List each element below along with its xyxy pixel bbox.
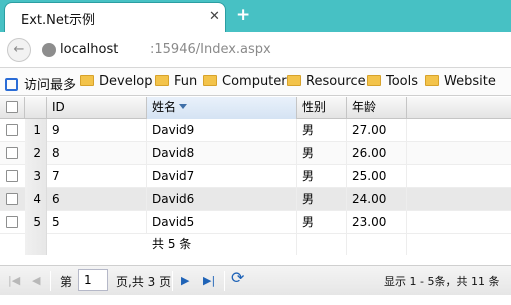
select-all-checkbox[interactable] [6, 101, 18, 113]
rownumber-header [25, 97, 47, 119]
close-icon[interactable]: ✕ [209, 9, 220, 24]
cell-age: 23.00 [347, 211, 407, 234]
cell-gender: 男 [297, 165, 347, 188]
bookmark-fun[interactable]: Fun [155, 74, 197, 89]
table-row[interactable]: 1 9 David9 男 27.00 [0, 119, 511, 142]
page-number-input[interactable]: 1 [78, 269, 108, 291]
next-page-button[interactable]: ▶ [181, 274, 189, 288]
cell-gender: 男 [297, 188, 347, 211]
page-label: 第 [60, 275, 73, 289]
paging-toolbar: |◀ ◀ 第 1 页,共 3 页 ▶ ▶| ⟳ 显示 1 - 5条，共 11 条 [0, 265, 511, 295]
bookmark-label: Develop [99, 74, 153, 89]
page-total: 页,共 3 页 [116, 275, 172, 289]
cell-name: David8 [147, 142, 297, 165]
cell-name: David7 [147, 165, 297, 188]
table-row[interactable]: 3 7 David7 男 25.00 [0, 165, 511, 188]
table-row[interactable]: 5 5 David5 男 23.00 [0, 211, 511, 234]
column-header-name[interactable]: 姓名 [147, 97, 297, 119]
cell-id: 8 [47, 142, 147, 165]
first-page-button[interactable]: |◀ [8, 274, 20, 288]
cell-gender: 男 [297, 211, 347, 234]
summary-blank [347, 234, 407, 255]
data-grid: ID 姓名 性别 年龄 1 9 David9 男 27.00 2 8 David… [0, 97, 511, 305]
folder-icon [367, 75, 381, 86]
column-header-id[interactable]: ID [47, 97, 147, 119]
cell-id: 5 [47, 211, 147, 234]
summary-blank [297, 234, 347, 255]
globe-icon [42, 43, 56, 57]
bookmark-website[interactable]: Website [425, 74, 496, 89]
cell-name: David9 [147, 119, 297, 142]
row-number: 4 [25, 188, 47, 211]
folder-icon [203, 75, 217, 86]
address-bar[interactable]: localhost :15946/Index.aspx [36, 38, 506, 62]
row-checkbox[interactable] [6, 124, 18, 136]
bookmark-tools[interactable]: Tools [367, 74, 418, 89]
cell-gender: 男 [297, 142, 347, 165]
summary-rownumber [25, 234, 47, 255]
last-page-button[interactable]: ▶| [203, 274, 215, 288]
prev-page-button[interactable]: ◀ [32, 274, 40, 288]
apps-icon [5, 78, 18, 91]
cell-age: 27.00 [347, 119, 407, 142]
row-number: 2 [25, 142, 47, 165]
navigation-bar: ← localhost :15946/Index.aspx [0, 32, 511, 68]
bookmark-label: Website [444, 74, 496, 89]
cell-id: 6 [47, 188, 147, 211]
row-checkbox[interactable] [6, 147, 18, 159]
bookmark-label: 访问最多 [24, 78, 77, 93]
table-row[interactable]: 4 6 David6 男 24.00 [0, 188, 511, 211]
browser-titlebar: Ext.Net示例 ✕ + [0, 0, 511, 32]
grid-header: ID 姓名 性别 年龄 [0, 97, 511, 119]
column-header-gender[interactable]: 性别 [297, 97, 347, 119]
bookmark-computer[interactable]: Computer [203, 74, 287, 89]
summary-count: 共 5 条 [147, 234, 297, 255]
cell-gender: 男 [297, 119, 347, 142]
cell-name: David5 [147, 211, 297, 234]
cell-age: 24.00 [347, 188, 407, 211]
bookmark-resource[interactable]: Resource [287, 74, 366, 89]
browser-tab[interactable]: Ext.Net示例 ✕ [4, 2, 226, 32]
folder-icon [80, 75, 94, 86]
cell-name: David6 [147, 188, 297, 211]
separator [50, 271, 51, 291]
bookmark-develop[interactable]: Develop [80, 74, 153, 89]
bookmarks-bar: 访问最多 Develop Fun Computer Resource Tools… [0, 68, 511, 96]
cell-id: 9 [47, 119, 147, 142]
summary-row: 共 5 条 [0, 234, 511, 255]
folder-icon [287, 75, 301, 86]
bookmark-label: Computer [222, 74, 287, 89]
row-number: 1 [25, 119, 47, 142]
new-tab-button[interactable]: + [236, 5, 250, 25]
refresh-icon[interactable]: ⟳ [231, 270, 244, 286]
bookmark-label: Tools [386, 74, 419, 89]
table-row[interactable]: 2 8 David8 男 26.00 [0, 142, 511, 165]
column-header-age[interactable]: 年龄 [347, 97, 407, 119]
bookmark-most-visited[interactable]: 访问最多 [5, 74, 76, 93]
bookmark-label: Resource [306, 74, 366, 89]
row-checkbox[interactable] [6, 193, 18, 205]
select-all-header [0, 97, 25, 119]
back-button[interactable]: ← [7, 38, 31, 62]
folder-icon [155, 75, 169, 86]
separator [224, 271, 225, 291]
sort-descending-icon [179, 104, 188, 109]
separator [172, 271, 173, 291]
tab-title: Ext.Net示例 [21, 13, 95, 28]
column-header-name-label: 姓名 [152, 100, 177, 114]
url-host: localhost [60, 42, 119, 57]
folder-icon [425, 75, 439, 86]
row-number: 3 [25, 165, 47, 188]
bookmark-label: Fun [174, 74, 198, 89]
cell-id: 7 [47, 165, 147, 188]
cell-age: 26.00 [347, 142, 407, 165]
row-checkbox[interactable] [6, 216, 18, 228]
row-number: 5 [25, 211, 47, 234]
url-path: :15946/Index.aspx [150, 42, 271, 57]
paging-display-info: 显示 1 - 5条，共 11 条 [384, 275, 500, 288]
cell-age: 25.00 [347, 165, 407, 188]
row-checkbox[interactable] [6, 170, 18, 182]
